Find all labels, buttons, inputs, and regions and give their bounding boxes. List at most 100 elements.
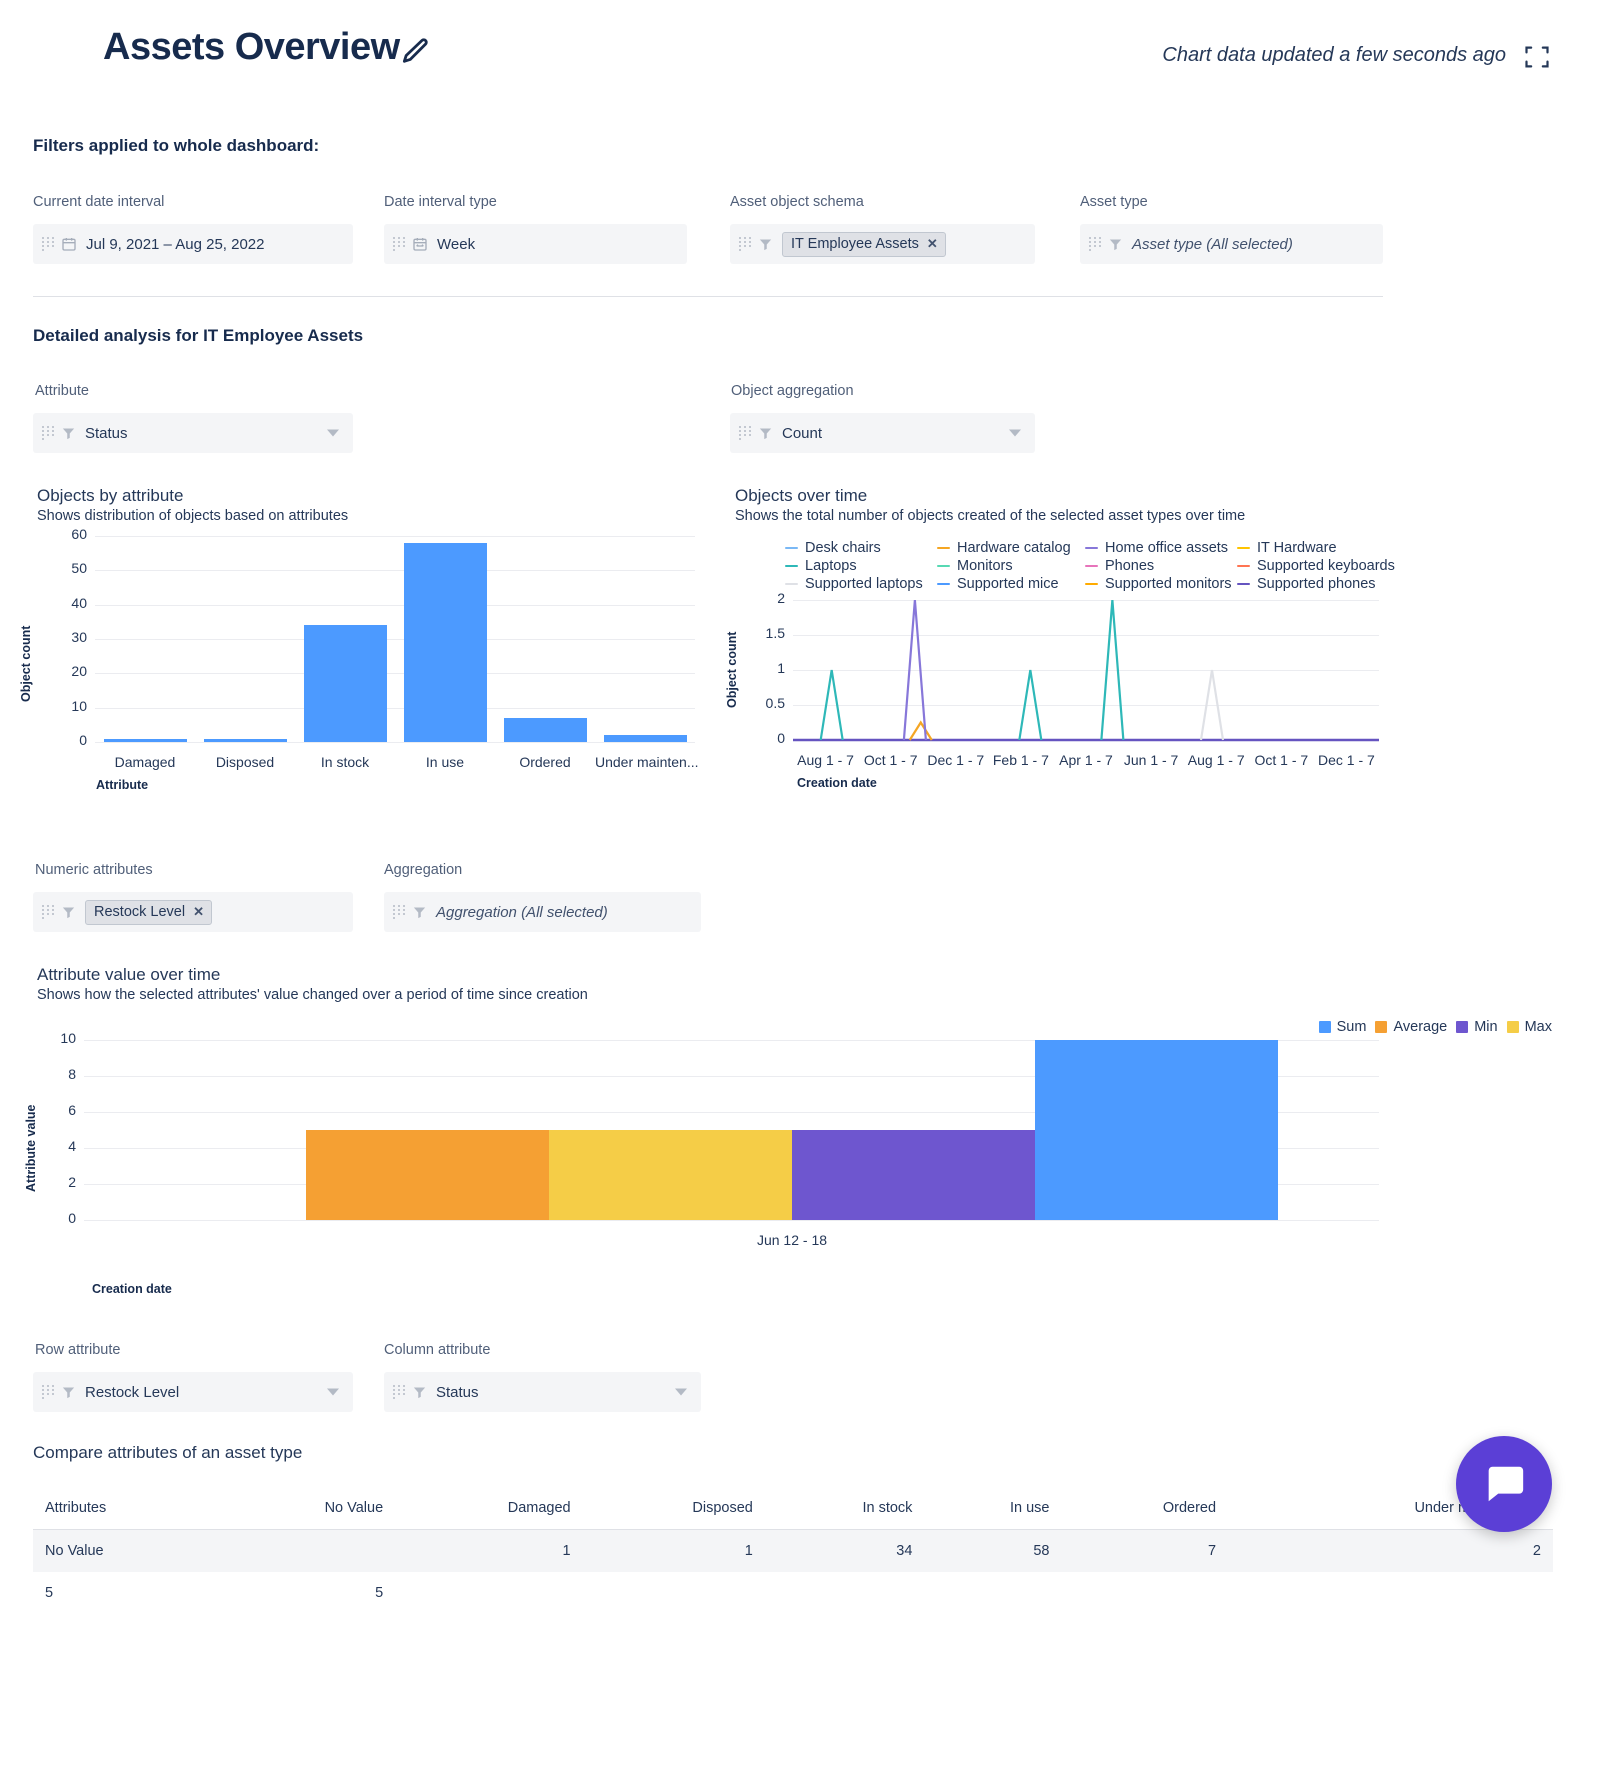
- legend-item[interactable]: Min: [1456, 1019, 1497, 1035]
- bar[interactable]: [104, 739, 187, 742]
- gridline: [95, 605, 695, 606]
- legend-label: Max: [1525, 1019, 1552, 1035]
- bar[interactable]: [304, 625, 387, 742]
- legend-item[interactable]: Laptops: [785, 557, 937, 575]
- table-column-header[interactable]: In stock: [765, 1487, 925, 1530]
- table-column-header[interactable]: In use: [924, 1487, 1061, 1530]
- drag-handle-icon[interactable]: [42, 237, 54, 251]
- drag-handle-icon[interactable]: [393, 237, 405, 251]
- legend-label: Hardware catalog: [957, 540, 1071, 556]
- table-column-header[interactable]: No Value: [217, 1487, 395, 1530]
- bar[interactable]: [549, 1130, 792, 1220]
- legend-item[interactable]: Supported monitors: [1085, 575, 1237, 593]
- legend-swatch-icon: [1085, 583, 1098, 586]
- legend-attribute-value-over-time: Sum Average Min Max: [1319, 1019, 1552, 1035]
- gridline: [84, 1220, 1379, 1221]
- chip-remove-icon[interactable]: ✕: [193, 904, 204, 920]
- filter-current-date-interval[interactable]: Jul 9, 2021 – Aug 25, 2022: [33, 224, 353, 264]
- filter-attribute[interactable]: Status: [33, 413, 353, 453]
- legend-label: Supported monitors: [1105, 576, 1232, 592]
- filter-asset-type[interactable]: Asset type (All selected): [1080, 224, 1383, 264]
- filter-chip-label: Restock Level: [94, 904, 185, 920]
- legend-item[interactable]: Supported phones: [1237, 575, 1395, 593]
- bar[interactable]: [204, 739, 287, 742]
- legend-swatch-icon: [1085, 565, 1098, 568]
- legend-item[interactable]: Sum: [1319, 1019, 1367, 1035]
- x-tick-label: Disposed: [195, 754, 295, 770]
- drag-handle-icon[interactable]: [739, 426, 751, 440]
- field-label-aggregation: Aggregation: [384, 862, 462, 878]
- filter-row-attribute[interactable]: Restock Level: [33, 1372, 353, 1412]
- filter-chip-it-employee-assets[interactable]: IT Employee Assets ✕: [782, 232, 946, 257]
- chat-bubble-icon[interactable]: [1456, 1436, 1552, 1532]
- drag-handle-icon[interactable]: [393, 1385, 405, 1399]
- legend-item[interactable]: Average: [1375, 1019, 1447, 1035]
- legend-item[interactable]: Hardware catalog: [937, 539, 1085, 557]
- y-tick-label: 0: [37, 732, 87, 748]
- filter-asset-type-value: Asset type (All selected): [1132, 236, 1293, 253]
- table-column-header[interactable]: Attributes: [33, 1487, 217, 1530]
- legend-swatch-icon: [937, 565, 950, 568]
- legend-item[interactable]: Supported mice: [937, 575, 1085, 593]
- bar[interactable]: [306, 1130, 549, 1220]
- bar[interactable]: [604, 735, 687, 742]
- calendar-range-icon: [412, 236, 428, 252]
- drag-handle-icon[interactable]: [393, 905, 405, 919]
- table-row[interactable]: No Value11345872: [33, 1530, 1553, 1573]
- drag-handle-icon[interactable]: [42, 1385, 54, 1399]
- filter-numeric-attributes[interactable]: Restock Level ✕: [33, 892, 353, 932]
- legend-item[interactable]: IT Hardware: [1237, 539, 1395, 557]
- drag-handle-icon[interactable]: [739, 237, 751, 251]
- filter-asset-object-schema[interactable]: IT Employee Assets ✕: [730, 224, 1035, 264]
- x-tick-label: In use: [395, 754, 495, 770]
- bar[interactable]: [1035, 1040, 1278, 1220]
- filter-object-aggregation[interactable]: Count: [730, 413, 1035, 453]
- table-column-header[interactable]: Disposed: [583, 1487, 765, 1530]
- x-tick-label: Jun 1 - 7: [1119, 752, 1184, 768]
- y-tick-label: 0.5: [745, 695, 785, 711]
- gridline: [95, 570, 695, 571]
- table-cell: 1: [583, 1530, 765, 1573]
- legend-item[interactable]: Supported keyboards: [1237, 557, 1395, 575]
- legend-item[interactable]: Phones: [1085, 557, 1237, 575]
- legend-item[interactable]: Supported laptops: [785, 575, 937, 593]
- filter-icon: [61, 905, 76, 920]
- legend-item[interactable]: Max: [1507, 1019, 1552, 1035]
- gridline: [95, 536, 695, 537]
- chart-title-attribute-value-over-time: Attribute value over time: [37, 965, 220, 985]
- table-cell: [1228, 1572, 1553, 1614]
- legend-swatch-icon: [1237, 583, 1250, 586]
- x-tick-label: Jun 12 - 18: [306, 1232, 1278, 1248]
- bar[interactable]: [404, 543, 487, 742]
- legend-swatch-icon: [937, 547, 950, 550]
- x-tick-label: Dec 1 - 7: [1314, 752, 1379, 768]
- legend-label: Phones: [1105, 558, 1154, 574]
- chevron-down-icon[interactable]: [675, 1389, 687, 1396]
- chevron-down-icon[interactable]: [327, 1389, 339, 1396]
- bar[interactable]: [792, 1130, 1035, 1220]
- pencil-icon[interactable]: [399, 36, 431, 68]
- table-row[interactable]: 55: [33, 1572, 1553, 1614]
- filter-aggregation[interactable]: Aggregation (All selected): [384, 892, 701, 932]
- bar[interactable]: [504, 718, 587, 742]
- legend-label: Supported laptops: [805, 576, 923, 592]
- legend-item[interactable]: Home office assets: [1085, 539, 1237, 557]
- chip-remove-icon[interactable]: ✕: [927, 236, 938, 252]
- drag-handle-icon[interactable]: [42, 905, 54, 919]
- legend-objects-over-time: Desk chairs Hardware catalog Home office…: [785, 539, 1395, 593]
- filter-chip-restock-level[interactable]: Restock Level ✕: [85, 900, 212, 925]
- chevron-down-icon[interactable]: [1009, 430, 1021, 437]
- drag-handle-icon[interactable]: [1089, 237, 1101, 251]
- legend-label: IT Hardware: [1257, 540, 1337, 556]
- chevron-down-icon[interactable]: [327, 430, 339, 437]
- filter-column-attribute[interactable]: Status: [384, 1372, 701, 1412]
- updated-status-text: Chart data updated a few seconds ago: [1162, 44, 1506, 67]
- table-column-header[interactable]: Ordered: [1061, 1487, 1228, 1530]
- expand-icon[interactable]: [1523, 43, 1551, 71]
- filter-date-interval-type[interactable]: Week: [384, 224, 687, 264]
- table-cell: 2: [1228, 1530, 1553, 1573]
- drag-handle-icon[interactable]: [42, 426, 54, 440]
- legend-item[interactable]: Desk chairs: [785, 539, 937, 557]
- legend-item[interactable]: Monitors: [937, 557, 1085, 575]
- table-column-header[interactable]: Damaged: [395, 1487, 582, 1530]
